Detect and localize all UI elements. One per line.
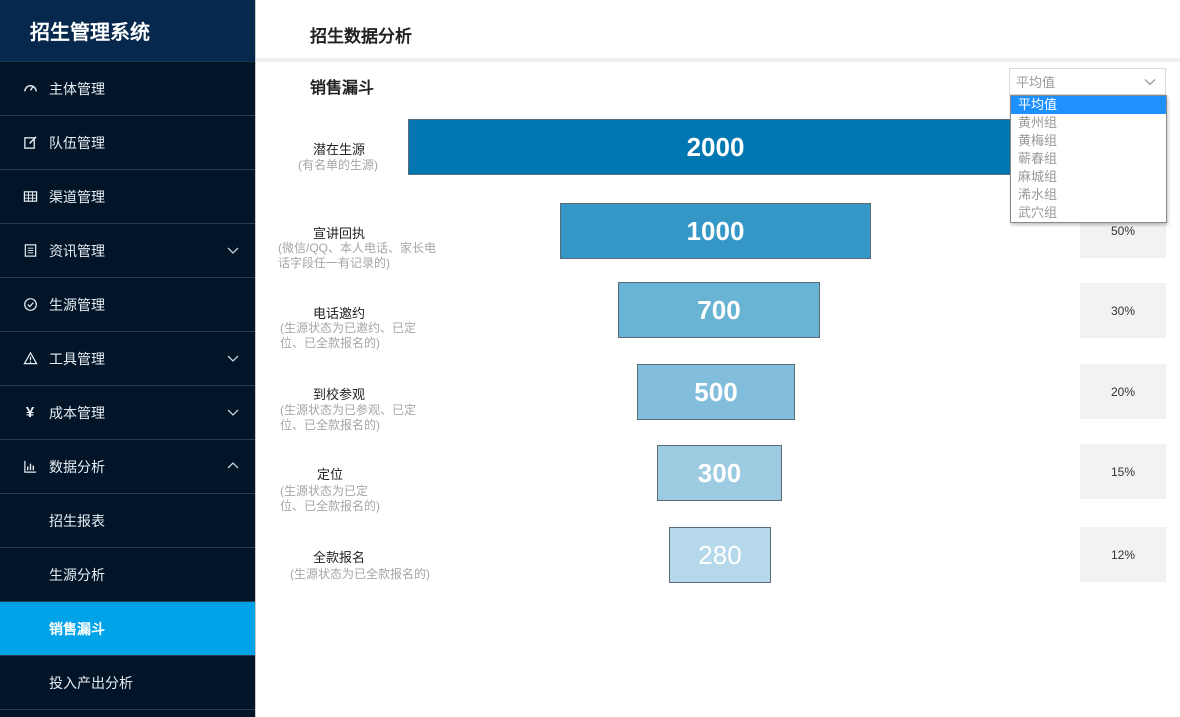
funnel-bar: 2000 bbox=[408, 119, 1023, 175]
sidebar-divider bbox=[255, 0, 256, 717]
conversion-rate: 15% bbox=[1080, 444, 1166, 499]
dropdown-option[interactable]: 浠水组 bbox=[1011, 186, 1166, 204]
conversion-rate: 12% bbox=[1080, 527, 1166, 582]
yen-icon: ¥ bbox=[25, 404, 35, 421]
stage-name: 宣讲回执 bbox=[312, 226, 365, 241]
dropdown-option[interactable]: 黄州组 bbox=[1011, 114, 1166, 132]
app-title: 招生管理系统 bbox=[0, 0, 255, 62]
stage-name: 潜在生源 bbox=[312, 142, 365, 157]
dropdown-option[interactable]: 黄梅组 bbox=[1011, 132, 1166, 150]
dropdown-option[interactable]: 麻城组 bbox=[1011, 168, 1166, 186]
sidebar-item-label: 渠道管理 bbox=[49, 188, 105, 205]
group-select[interactable]: 平均值 bbox=[1009, 68, 1166, 95]
stage-name: 全款报名 bbox=[312, 550, 365, 565]
sidebar-item-tools[interactable]: 工具管理 bbox=[0, 332, 255, 386]
stage-name: 到校参观 bbox=[312, 387, 365, 402]
dashboard-icon bbox=[22, 81, 38, 97]
group-dropdown: 平均值 黄州组 黄梅组 蕲春组 麻城组 浠水组 武穴组 bbox=[1010, 95, 1167, 223]
sidebar-subitem-enroll-report[interactable]: 招生报表 bbox=[0, 494, 255, 548]
bar-chart-icon bbox=[22, 459, 38, 475]
page-title: 招生数据分析 bbox=[310, 27, 412, 46]
page-header: 招生数据分析 bbox=[256, 0, 1180, 62]
sidebar-item-main[interactable]: 主体管理 bbox=[0, 62, 255, 116]
dropdown-option[interactable]: 武穴组 bbox=[1011, 204, 1166, 222]
conversion-rate: 30% bbox=[1080, 283, 1166, 338]
sidebar: 招生管理系统 主体管理 队伍管理 渠道管理 资讯管理 生源管理 工具管理 ¥ 成… bbox=[0, 0, 255, 717]
stage-name: 电话邀约 bbox=[312, 306, 365, 321]
warning-icon bbox=[22, 351, 38, 367]
sidebar-subitem-sales-funnel[interactable]: 销售漏斗 bbox=[0, 602, 255, 656]
sidebar-item-cost[interactable]: ¥ 成本管理 bbox=[0, 386, 255, 440]
stage-description: (生源状态为已全款报名的) bbox=[290, 567, 430, 581]
check-circle-icon bbox=[22, 297, 38, 313]
funnel-bar: 500 bbox=[637, 364, 795, 420]
sidebar-item-news[interactable]: 资讯管理 bbox=[0, 224, 255, 278]
stage-description: (有名单的生源) bbox=[298, 158, 378, 172]
stage-description: (生源状态为已参观、已定位、已全款报名的) bbox=[280, 403, 416, 432]
chevron-down-icon bbox=[227, 355, 239, 362]
stage-description: (生源状态为已定位、已全款报名的) bbox=[280, 484, 380, 513]
sidebar-item-analytics[interactable]: 数据分析 bbox=[0, 440, 255, 494]
chevron-down-icon bbox=[1144, 79, 1156, 86]
stage-description: (微信/QQ、本人电话、家长电话字段任一有记录的) bbox=[278, 241, 436, 270]
sidebar-item-label: 成本管理 bbox=[49, 404, 105, 421]
sidebar-item-label: 数据分析 bbox=[49, 458, 105, 475]
group-select-value: 平均值 bbox=[1016, 75, 1056, 90]
sidebar-item-label: 工具管理 bbox=[49, 350, 105, 367]
sidebar-item-team[interactable]: 队伍管理 bbox=[0, 116, 255, 170]
section-title: 销售漏斗 bbox=[310, 80, 375, 97]
sidebar-subitem-roi-analysis[interactable]: 投入产出分析 bbox=[0, 656, 255, 710]
sidebar-item-label: 队伍管理 bbox=[49, 134, 105, 151]
table-icon bbox=[22, 189, 38, 205]
funnel-bar: 1000 bbox=[560, 203, 871, 259]
dropdown-option[interactable]: 蕲春组 bbox=[1011, 150, 1166, 168]
dropdown-option[interactable]: 平均值 bbox=[1011, 96, 1166, 114]
sidebar-item-label: 资讯管理 bbox=[49, 242, 105, 259]
document-icon bbox=[22, 243, 38, 259]
conversion-rate: 20% bbox=[1080, 364, 1166, 419]
stage-description: (生源状态为已邀约、已定位、已全款报名的) bbox=[280, 321, 416, 350]
funnel-bar: 700 bbox=[618, 282, 820, 338]
funnel-bar: 280 bbox=[669, 527, 771, 583]
sidebar-item-label: 生源管理 bbox=[49, 296, 105, 313]
funnel-bar: 300 bbox=[657, 445, 782, 501]
sidebar-item-students[interactable]: 生源管理 bbox=[0, 278, 255, 332]
chevron-down-icon bbox=[227, 247, 239, 254]
chevron-up-icon bbox=[227, 462, 239, 469]
sidebar-subitem-student-analysis[interactable]: 生源分析 bbox=[0, 548, 255, 602]
sidebar-item-label: 主体管理 bbox=[49, 80, 105, 97]
chevron-down-icon bbox=[227, 409, 239, 416]
edit-icon bbox=[22, 135, 38, 151]
sidebar-item-channel[interactable]: 渠道管理 bbox=[0, 170, 255, 224]
stage-name: 定位 bbox=[316, 467, 343, 482]
